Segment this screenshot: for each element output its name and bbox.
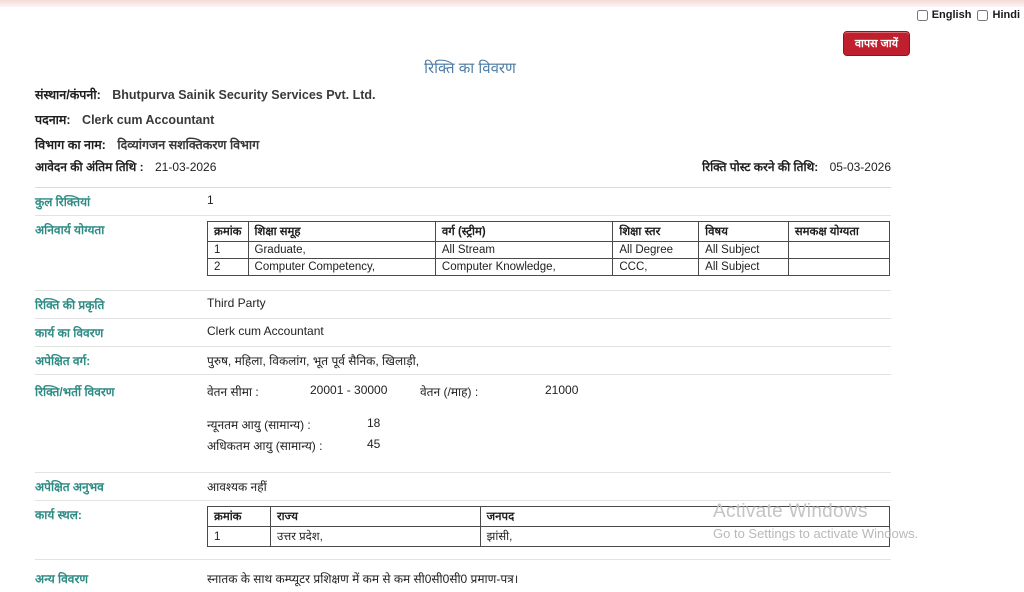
qualification-table: क्रमांक शिक्षा समूह वर्ग (स्ट्रीम) शिक्षा स… [207, 221, 891, 276]
experience-label: अपेक्षित अनुभव [35, 480, 104, 494]
max-age-label: अधिकतम आयु (सामान्य) : [207, 439, 323, 453]
other-details-value: स्नातक के साथ कम्प्यूटर प्रशिक्षण में कम… [207, 572, 519, 586]
table-cell: Graduate, [247, 241, 436, 259]
table-cell: All Subject [698, 241, 789, 259]
recruitment-details-row: रिक्ति/भर्ती विवरण वेतन सीमा : 20001 - 3… [35, 375, 891, 473]
table-header-cell: समकक्ष योग्यता [787, 221, 891, 242]
table-header-cell: क्रमांक [207, 506, 271, 527]
max-age-value: 45 [367, 437, 381, 451]
company-row: संस्थान/कंपनी: Bhutpurva Sainik Security… [35, 86, 891, 103]
table-header-cell: शिक्षा समूह [247, 221, 436, 242]
total-vacancies-row: कुल रिक्तियां 1 [35, 188, 891, 216]
max-age-line: अधिकतम आयु (सामान्य) : 45 [207, 437, 578, 454]
mandatory-qualification-label: अनिवार्य योग्यता [35, 223, 105, 237]
table-cell: 1 [207, 241, 249, 259]
table-cell: All Stream [434, 241, 614, 259]
job-desc-label: कार्य का विवरण [35, 326, 104, 340]
company-label: संस्थान/कंपनी: [35, 88, 101, 102]
post-date: रिक्ति पोस्ट करने की तिथि: 05-03-2026 [702, 158, 891, 175]
table-header-cell: राज्य [269, 506, 481, 527]
table-cell: Computer Competency, [247, 258, 436, 276]
table-row: 2 Computer Competency, Computer Knowledge,… [207, 258, 891, 276]
table-cell [787, 241, 891, 259]
min-age-line: न्यूनतम आयु (सामान्य) : 18 [207, 416, 578, 433]
table-cell: All Degree [612, 241, 700, 259]
position-label: पदनाम: [35, 113, 71, 127]
table-header-cell: वर्ग (स्ट्रीम) [434, 221, 614, 242]
table-header-row: क्रमांक शिक्षा समूह वर्ग (स्ट्रीम) शिक्षा स… [207, 221, 891, 242]
position-row: पदनाम: Clerk cum Accountant [35, 111, 891, 128]
salary-line: वेतन सीमा : 20001 - 30000 वेतन (/माह) : … [207, 383, 578, 400]
dates-row: आवेदन की अंतिम तिथि : 21-03-2026 रिक्ति … [35, 156, 891, 188]
recruitment-values: वेतन सीमा : 20001 - 30000 वेतन (/माह) : … [207, 383, 578, 454]
page-title: रिक्ति का विवरण [424, 60, 516, 77]
job-desc-row: कार्य का विवरण Clerk cum Accountant [35, 319, 891, 347]
department-label: विभाग का नाम: [35, 138, 106, 152]
activate-windows-watermark: Activate Windows Go to Settings to activ… [713, 501, 918, 541]
table-header-cell: क्रमांक [207, 221, 249, 242]
last-date-label: आवेदन की अंतिम तिथि : [35, 160, 144, 174]
english-label: English [931, 9, 972, 21]
other-details-label: अन्य विवरण [35, 572, 89, 586]
language-toggle: English Hindi [916, 9, 1020, 21]
hindi-option: Hindi [977, 9, 1020, 21]
table-cell: CCC, [612, 258, 700, 276]
english-option: English [916, 9, 972, 21]
post-date-label: रिक्ति पोस्ट करने की तिथि: [702, 160, 819, 174]
total-vacancies-label: कुल रिक्तियां [35, 195, 91, 209]
experience-value: आवश्यक नहीं [207, 480, 267, 494]
min-age-label: न्यूनतम आयु (सामान्य) : [207, 418, 311, 432]
expected-category-value: पुरुष, महिला, विकलांग, भूत पूर्व सैनिक, … [207, 354, 420, 368]
expected-category-row: अपेक्षित वर्ग: पुरुष, महिला, विकलांग, भू… [35, 347, 891, 375]
recruitment-label: रिक्ति/भर्ती विवरण [35, 385, 115, 399]
table-header-cell: शिक्षा स्तर [612, 221, 700, 242]
post-date-value: 05-03-2026 [829, 160, 891, 174]
hindi-checkbox[interactable] [977, 9, 989, 21]
salary-month-label: वेतन (/माह) : [420, 385, 479, 399]
department-row: विभाग का नाम: दिव्यांगजन सशक्तिकरण विभाग [35, 136, 891, 153]
table-cell: Computer Knowledge, [434, 258, 614, 276]
back-button[interactable]: वापस जायें [842, 31, 910, 56]
salary-range-value: 20001 - 30000 [310, 383, 388, 397]
nature-value: Third Party [207, 296, 266, 310]
table-row: 1 Graduate, All Stream All Degree All Subjec… [207, 241, 891, 259]
nature-label: रिक्ति की प्रकृति [35, 298, 105, 312]
workplace-label: कार्य स्थल: [35, 508, 82, 522]
position-value: Clerk cum Accountant [82, 113, 215, 127]
watermark-line1: Activate Windows [713, 501, 868, 522]
salary-range-label: वेतन सीमा : [207, 385, 259, 399]
salary-month-value: 21000 [545, 383, 579, 397]
min-age-value: 18 [367, 416, 381, 430]
top-decorative-strip [0, 0, 1024, 7]
nature-row: रिक्ति की प्रकृति Third Party [35, 291, 891, 319]
watermark-line2: Go to Settings to activate Windows. [713, 526, 919, 541]
experience-row: अपेक्षित अनुभव आवश्यक नहीं [35, 473, 891, 501]
hindi-label: Hindi [992, 9, 1021, 21]
table-header-cell: विषय [698, 221, 789, 242]
mandatory-qualification-row: अनिवार्य योग्यता क्रमांक शिक्षा समूह वर्ग … [35, 216, 891, 291]
expected-category-label: अपेक्षित वर्ग: [35, 354, 91, 368]
job-desc-value: Clerk cum Accountant [207, 324, 324, 338]
table-cell: 2 [207, 258, 249, 276]
last-date: आवेदन की अंतिम तिथि : 21-03-2026 [35, 158, 216, 175]
table-cell [787, 258, 891, 276]
total-vacancies-value: 1 [207, 193, 214, 207]
english-checkbox[interactable] [916, 9, 928, 21]
last-date-value: 21-03-2026 [155, 160, 217, 174]
table-cell: All Subject [698, 258, 789, 276]
other-details-row: अन्य विवरण स्नातक के साथ कम्प्यूटर प्रशि… [35, 560, 891, 592]
company-value: Bhutpurva Sainik Security Services Pvt. … [112, 88, 376, 102]
department-value: दिव्यांगजन सशक्तिकरण विभाग [117, 138, 260, 152]
